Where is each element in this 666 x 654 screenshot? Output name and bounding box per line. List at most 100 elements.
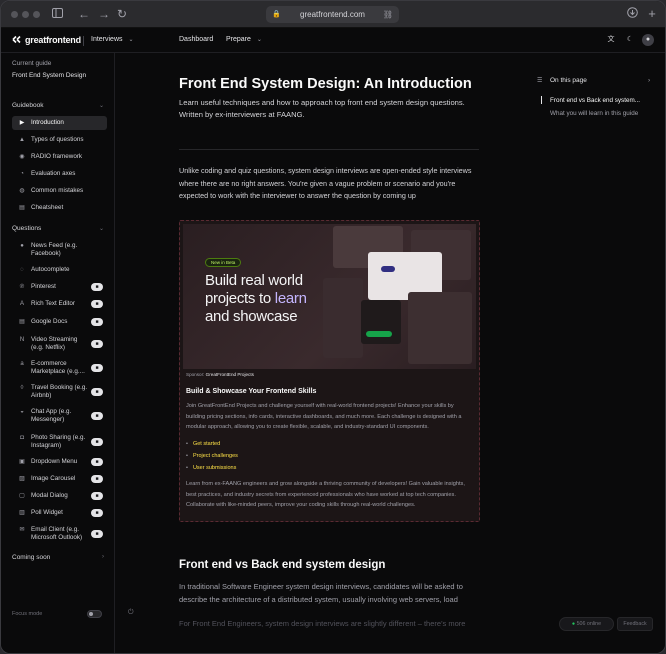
sidebar-item-label: Google Docs [31, 318, 68, 325]
brand-name: greatfrontend [25, 35, 81, 45]
airbnb-icon: ◊ [20, 385, 24, 391]
text-icon: A [19, 301, 24, 307]
play-icon: ▶ [19, 120, 25, 126]
mail-icon: ✉ [19, 527, 25, 533]
sidebar-item-label: Introduction [31, 119, 64, 126]
sponsor-name[interactable]: GreatFrontEnd Projects [206, 372, 254, 377]
reload-icon[interactable]: ↻ [115, 7, 129, 21]
address-bar[interactable]: 🔒 greatfrontend.com ⛓ [266, 6, 399, 23]
pinterest-icon: ℗ [19, 284, 25, 290]
amazon-icon: a [20, 361, 24, 367]
forward-icon[interactable]: → [97, 7, 111, 21]
sidebar-item-label: Image Carousel [31, 475, 76, 482]
sidebar-item-label: Email Client (e.g. Microsoft Outlook) [31, 526, 83, 541]
messenger-icon: ◒ [20, 409, 24, 415]
ad-link-get-started[interactable]: Get started [186, 439, 238, 451]
coming-soon-label: Coming soon [12, 554, 51, 561]
nav-prepare[interactable]: Prepare ⌄ [226, 36, 262, 43]
sidebar-item-label: RADIO framework [31, 153, 83, 160]
sidebar-toggle-icon[interactable] [50, 7, 64, 21]
docs-icon: ▤ [19, 319, 25, 325]
beta-badge: New in Beta [205, 258, 242, 267]
toc-item-what-you-will-learn[interactable]: What you will learn in this guide [550, 110, 638, 117]
section-paragraph: In traditional Software Engineer system … [179, 582, 463, 604]
toc-title: On this page [550, 77, 587, 84]
divider [179, 149, 479, 150]
lock-icon: ■ [91, 475, 103, 483]
questions-section-header[interactable]: Questions ⌄ [12, 225, 104, 232]
logo-icon [12, 35, 21, 44]
download-icon[interactable] [625, 7, 639, 21]
sidebar-item-label: Autocomplete [31, 266, 70, 273]
chevron-down-icon: ⌄ [256, 37, 262, 43]
ad-links-list: Get started Project challenges User subm… [186, 439, 238, 474]
back-icon[interactable]: ← [77, 7, 91, 21]
lock-icon: ■ [91, 509, 103, 517]
sidebar-item-label: Photo Sharing (e.g. Instagram) [31, 434, 86, 449]
nav-dashboard[interactable]: Dashboard [179, 36, 213, 43]
list-icon: ☰ [537, 78, 543, 84]
ad-title: Build & Showcase Your Frontend Skills [186, 388, 317, 395]
toc-header[interactable]: On this page › [550, 77, 650, 84]
mockup-card [408, 292, 472, 364]
sidebar-item-introduction[interactable]: ▶ Introduction [12, 116, 107, 130]
close-window-dot[interactable] [11, 11, 18, 18]
lock-icon: ■ [91, 438, 103, 446]
ad-banner-image[interactable]: New in Beta Build real world projects to… [183, 224, 476, 369]
maximize-window-dot[interactable] [33, 11, 40, 18]
sponsor-ad-card[interactable]: New in Beta Build real world projects to… [179, 220, 480, 522]
lock-icon: ■ [91, 530, 103, 538]
sidebar-item-label: Pinterest [31, 283, 56, 290]
sidebar-item-label: News Feed (e.g. Facebook) [31, 242, 78, 257]
sidebar-item-label: Rich Text Editor [31, 300, 75, 307]
radio-icon: ◉ [19, 154, 25, 160]
ad-description: Join GreatFrontEnd Projects and challeng… [186, 403, 462, 431]
product-switcher[interactable]: Interviews ⌄ [91, 36, 134, 43]
language-icon[interactable]: 文 [605, 34, 617, 46]
section-paragraph-2: For Front End Engineers, system design i… [179, 619, 466, 628]
facebook-icon: ● [20, 243, 24, 249]
ad-link-project-challenges[interactable]: Project challenges [186, 451, 238, 463]
netflix-icon: N [19, 337, 25, 343]
avatar[interactable]: ● [642, 34, 654, 46]
new-tab-icon[interactable]: + [645, 7, 659, 21]
sidebar-item-label: Poll Widget [31, 509, 63, 516]
feedback-button[interactable]: Feedback [617, 617, 653, 631]
nav-divider [83, 36, 84, 46]
sidebar-item-label: Travel Booking (e.g. Airbnb) [31, 384, 88, 399]
brand-logo[interactable]: greatfrontend [12, 35, 81, 45]
browser-toolbar: ← → ↻ 🔒 greatfrontend.com ⛓ + [1, 1, 665, 28]
coming-soon-section-header[interactable]: Coming soon › [12, 554, 104, 561]
sidebar-item-label: E-commerce Marketplace (e.g.... [31, 360, 85, 375]
online-count: 506 online [576, 621, 602, 627]
image-icon: ▨ [19, 476, 25, 482]
lock-icon: ■ [91, 283, 103, 291]
toc-item-front-vs-back[interactable]: Front end vs Back end system... [550, 97, 640, 104]
sidebar-item-label: Video Streaming (e.g. Netflix) [31, 336, 78, 351]
toc-active-indicator [541, 96, 542, 104]
lock-icon: ■ [91, 412, 103, 420]
focus-mode-toggle[interactable] [87, 610, 102, 618]
chevron-right-icon: › [648, 77, 651, 84]
sponsor-line: Sponsor: GreatFrontEnd Projects [186, 372, 254, 377]
focus-mode-label: Focus mode [12, 611, 43, 617]
sidebar-item-label: Evaluation axes [31, 170, 76, 177]
chevron-down-icon: ⌄ [128, 37, 134, 43]
current-guide-select[interactable]: Front End System Design [12, 72, 86, 79]
online-count-badge: ● 506 online [559, 617, 614, 631]
guidebook-section-header[interactable]: Guidebook ⌄ [12, 102, 104, 109]
lock-icon: ■ [91, 318, 103, 326]
site-header: greatfrontend Interviews ⌄ Dashboard Pre… [1, 28, 665, 53]
moon-icon[interactable]: ☾ [624, 34, 636, 46]
nav-prepare-label: Prepare [226, 36, 251, 43]
ad-headline-text: and showcase [205, 308, 298, 325]
link-icon[interactable]: ⛓ [383, 6, 393, 23]
dropdown-icon: ▣ [19, 459, 25, 465]
chevron-right-icon: › [102, 554, 104, 560]
url-text: greatfrontend.com [300, 10, 365, 19]
minimize-window-dot[interactable] [22, 11, 29, 18]
ad-link-user-submissions[interactable]: User submissions [186, 463, 238, 475]
lock-icon: ■ [91, 388, 103, 396]
guide-sidebar: Current guide Front End System Design Gu… [1, 53, 115, 653]
sidebar-collapse-icon[interactable]: ⏻ [128, 609, 134, 617]
